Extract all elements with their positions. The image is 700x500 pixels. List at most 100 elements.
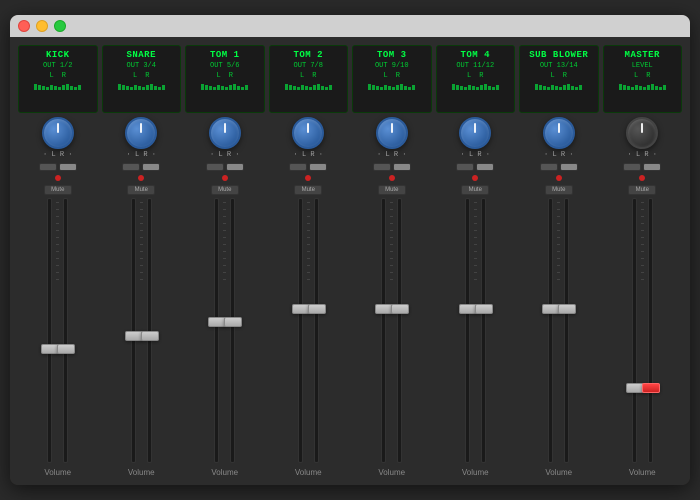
master-lr: LR [634,72,650,80]
tom1-pan-btn-l[interactable] [206,163,224,171]
sub-pan-btn-l[interactable] [540,163,558,171]
tom4-volume-label: Volume [462,468,489,477]
tom2-pan-btn-r[interactable] [309,163,327,171]
kick-pan-btn-r[interactable] [59,163,77,171]
sub-pan-label: · L R · [544,151,573,159]
snare-pan-knob[interactable] [125,117,157,149]
tom2-fader-left[interactable] [298,198,303,463]
master-out: LEVEL [632,62,653,70]
tom4-pan-btn-l[interactable] [456,163,474,171]
tom2-name: TOM 2 [293,50,323,61]
master-pan-row [623,163,661,171]
snare-fader-right[interactable] [147,198,152,463]
tom4-lr: LR [467,72,483,80]
tom1-led [222,175,228,181]
master-fader-left[interactable] [632,198,637,463]
master-meter [619,82,666,90]
tom3-volume-label: Volume [378,468,405,477]
master-fader-right[interactable] [648,198,653,463]
tom1-fader-left[interactable] [214,198,219,463]
snare-fader-section: MuteVolume [102,163,182,477]
tom2-out: OUT 7/8 [294,62,323,70]
master-ticks [641,198,644,463]
tom2-pan-knob[interactable] [292,117,324,149]
sub-pan-knob[interactable] [543,117,575,149]
kick-name: KICK [46,50,70,61]
snare-pan-row [122,163,160,171]
tom3-pan-knob[interactable] [376,117,408,149]
sub-meter [535,82,582,90]
master-mute-button[interactable]: Mute [628,185,656,195]
tom2-led [305,175,311,181]
sub-pan-btn-r[interactable] [560,163,578,171]
tom1-fader-right[interactable] [230,198,235,463]
kick-pan-btn-l[interactable] [39,163,57,171]
tom4-led [472,175,478,181]
snare-mute-button[interactable]: Mute [127,185,155,195]
tom3-fader-left[interactable] [381,198,386,463]
tom2-dual-fader [269,198,349,463]
sub-mute-button[interactable]: Mute [545,185,573,195]
tom1-pan-btn-r[interactable] [226,163,244,171]
kick-mute-button[interactable]: Mute [44,185,72,195]
tom3-dual-fader [352,198,432,463]
snare-fader-right-handle[interactable] [141,331,159,341]
tom1-lr: LR [217,72,233,80]
tom3-mute-button[interactable]: Mute [378,185,406,195]
tom1-knob-section: · L R · [209,117,241,159]
tom2-fader-right-handle[interactable] [308,304,326,314]
tom3-fader-right[interactable] [397,198,402,463]
tom4-fader-right-handle[interactable] [475,304,493,314]
tom4-meter [452,82,499,90]
snare-pan-btn-l[interactable] [122,163,140,171]
master-pan-btn-l[interactable] [623,163,641,171]
kick-meter [34,82,81,90]
sub-fader-right[interactable] [564,198,569,463]
tom4-pan-label: · L R · [461,151,490,159]
sub-fader-left[interactable] [548,198,553,463]
kick-pan-knob[interactable] [42,117,74,149]
maximize-button[interactable] [54,20,66,32]
tom4-mute-button[interactable]: Mute [461,185,489,195]
sub-name: SUB BLOWER [529,50,588,61]
tom4-pan-btn-r[interactable] [476,163,494,171]
sub-fader-right-handle[interactable] [558,304,576,314]
kick-pan-row [39,163,77,171]
tom4-fader-right[interactable] [481,198,486,463]
master-volume-label: Volume [629,468,656,477]
kick-fader-right-handle[interactable] [57,344,75,354]
kick-lr: LR [50,72,66,80]
channel-kick: KICKOUT 1/2LR· L R ·MuteVolume [18,45,98,477]
tom4-fader-left[interactable] [465,198,470,463]
master-pan-btn-r[interactable] [643,163,661,171]
tom2-fader-section: MuteVolume [269,163,349,477]
channel-tom1: TOM 1OUT 5/6LR· L R ·MuteVolume [185,45,265,477]
tom1-mute-button[interactable]: Mute [211,185,239,195]
minimize-button[interactable] [36,20,48,32]
tom3-lr: LR [384,72,400,80]
snare-pan-btn-r[interactable] [142,163,160,171]
master-fader-right-handle[interactable] [642,383,660,393]
kick-fader-right[interactable] [63,198,68,463]
tom1-ticks [223,198,226,463]
mixer-body: KICKOUT 1/2LR· L R ·MuteVolumeSNAREOUT 3… [10,37,690,485]
close-button[interactable] [18,20,30,32]
tom1-fader-right-handle[interactable] [224,317,242,327]
tom2-mute-button[interactable]: Mute [294,185,322,195]
tom2-fader-right[interactable] [314,198,319,463]
tom3-fader-right-handle[interactable] [391,304,409,314]
channel-master: MASTERLEVELLR· L R ·MuteVolume [603,45,683,477]
kick-fader-left[interactable] [47,198,52,463]
tom1-pan-knob[interactable] [209,117,241,149]
tom2-display: TOM 2OUT 7/8LR [269,45,349,113]
sub-lr: LR [551,72,567,80]
tom2-pan-row [289,163,327,171]
tom3-pan-btn-r[interactable] [393,163,411,171]
tom3-pan-btn-l[interactable] [373,163,391,171]
sub-ticks [557,198,560,463]
snare-fader-left[interactable] [131,198,136,463]
tom2-pan-btn-l[interactable] [289,163,307,171]
tom4-pan-knob[interactable] [459,117,491,149]
master-pan-knob[interactable] [626,117,658,149]
tom3-display: TOM 3OUT 9/10LR [352,45,432,113]
